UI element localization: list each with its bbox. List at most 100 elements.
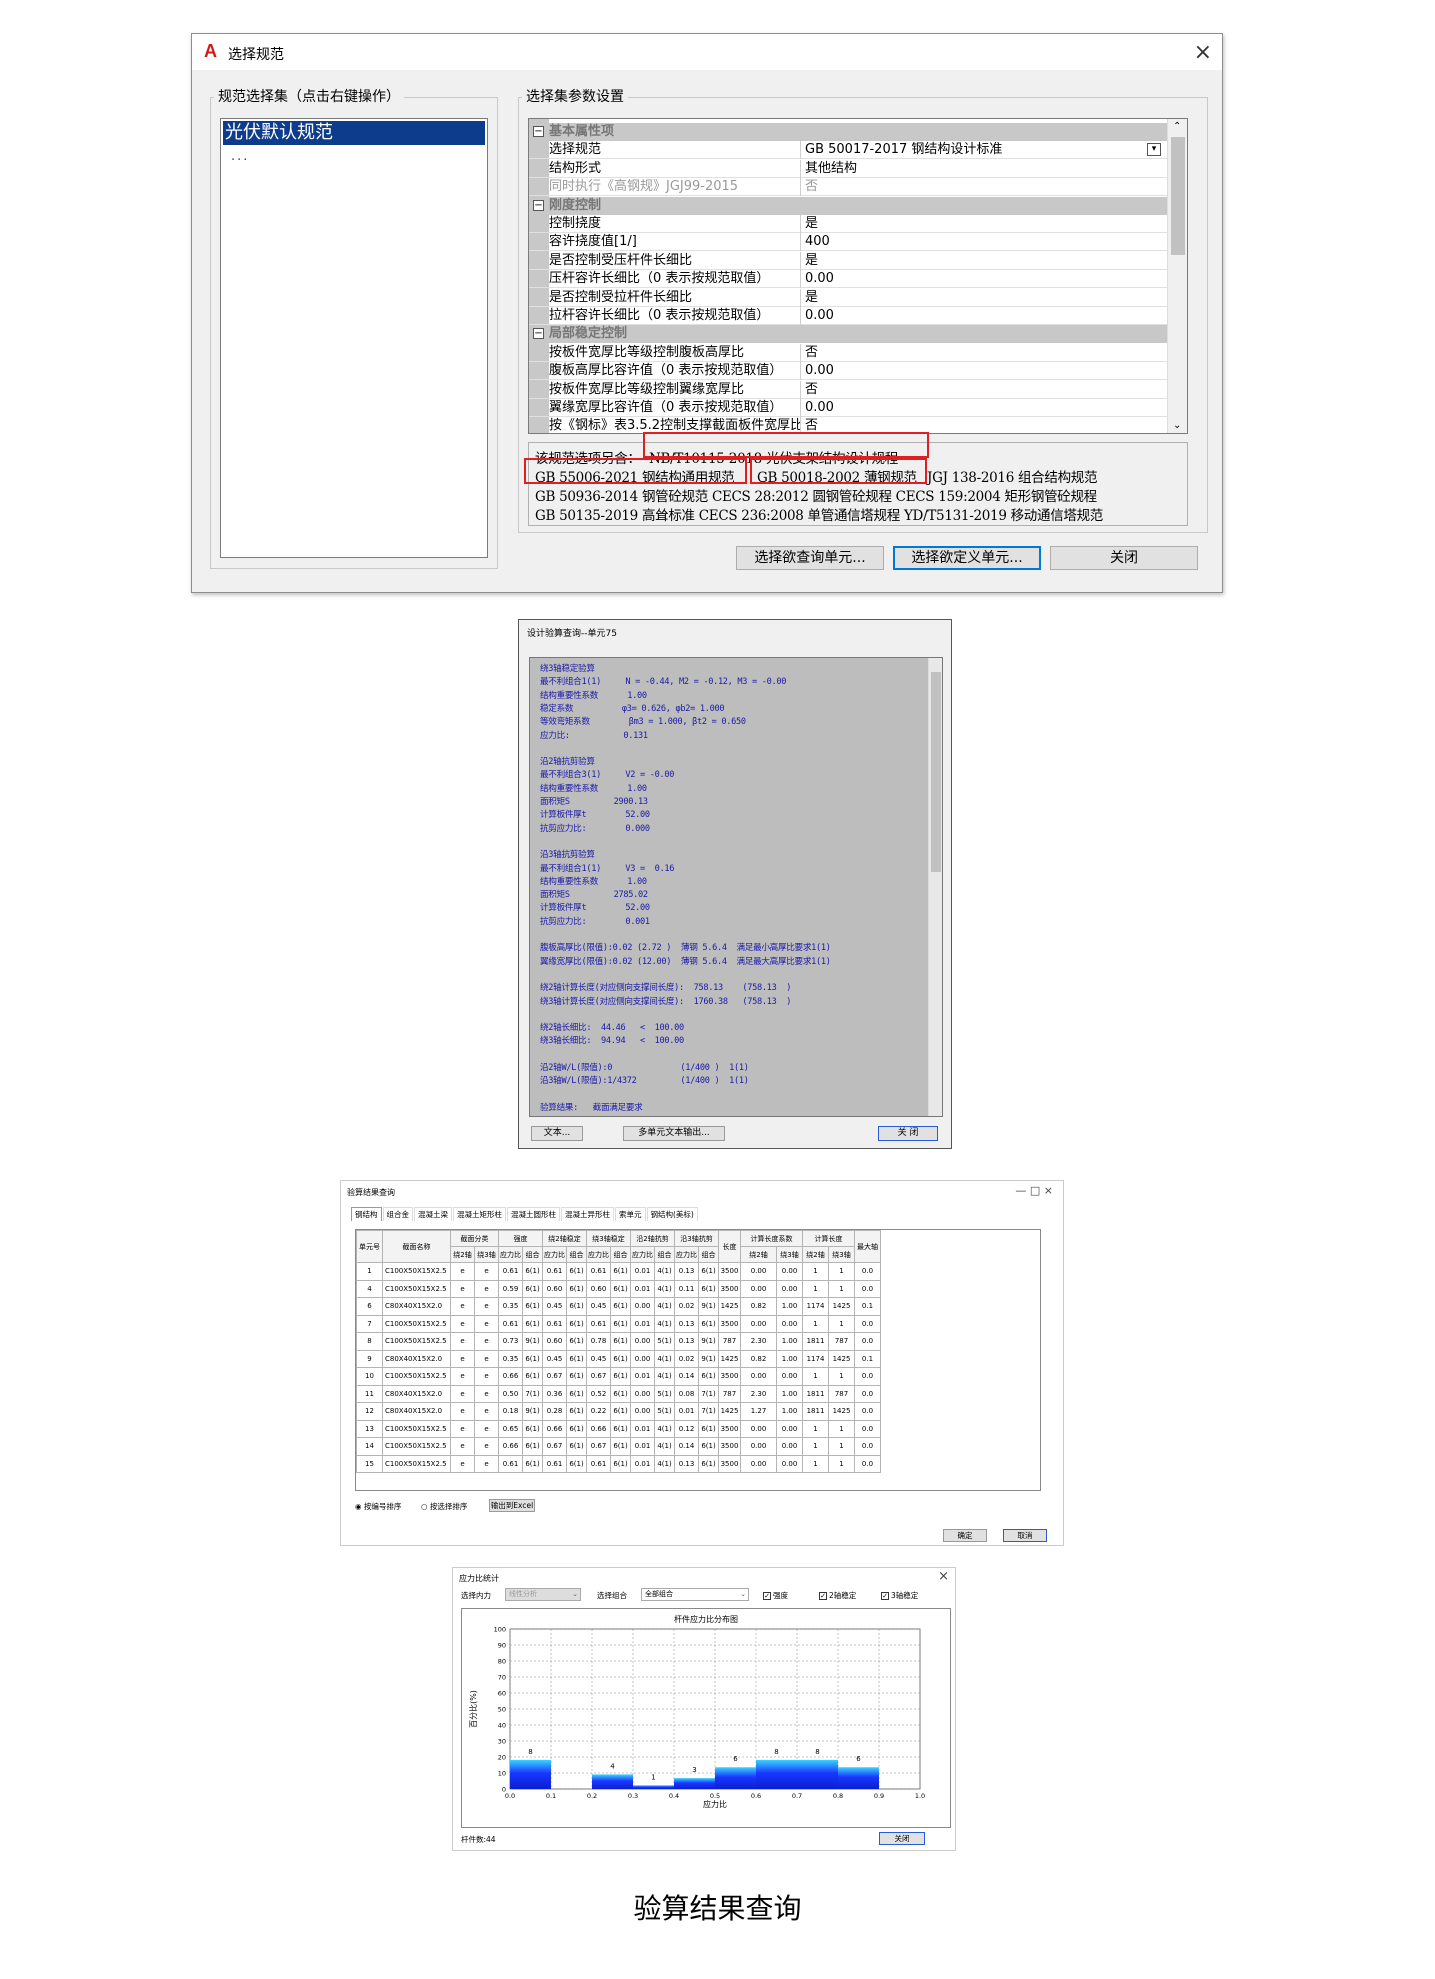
table-row[interactable]: 9 C80X40X15X2.0 e e 0.35 6(1) 0.45 6(1) 0.45 6(1)… [356,1349,881,1368]
table-row[interactable]: 10 C100X50X15X2.5 e e 0.66 6(1) 0.67 6(1) 0.67 6(… [356,1367,881,1386]
tab-1[interactable]: 组合金 [382,1207,413,1221]
table-row[interactable]: 11 C80X40X15X2.0 e e 0.50 7(1) 0.36 6(1) 0.52 6(1… [356,1384,881,1403]
property-value[interactable]: 400 [805,233,830,251]
column-subheader[interactable]: 应力比 [586,1246,611,1263]
table-row[interactable]: 13 C100X50X15X2.5 e e 0.65 6(1) 0.66 6(1) 0.66 6(… [356,1419,881,1438]
property-category[interactable]: − 局部稳定控制 [529,325,1167,344]
column-header[interactable]: 计算长度 [802,1230,855,1247]
property-row[interactable]: 结构形式 其他结构 [529,159,1167,178]
scroll-down-icon[interactable]: ⌄ [1173,420,1181,431]
tab-0[interactable]: 钢结构 [351,1207,382,1221]
results-table[interactable]: 单元号 截面名称 截面分类 强度 绕2轴稳定 绕3轴稳定 沿2轴抗剪 沿3轴抗剪 长度 计算长度系… [355,1229,1041,1491]
property-category[interactable]: − 刚度控制 [529,196,1167,215]
table-row[interactable]: 6 C80X40X15X2.0 e e 0.35 6(1) 0.45 6(1) 0.45 6(1)… [356,1297,881,1316]
table-row[interactable]: 12 C80X40X15X2.0 e e 0.18 9(1) 0.28 6(1) 0.22 6(1… [356,1402,881,1421]
column-subheader[interactable]: 绕3轴 [474,1246,499,1263]
column-header[interactable]: 沿3轴抗剪 [674,1230,719,1247]
property-row[interactable]: 腹板高厚比容许值（0 表示按规范取值） 0.00 [529,362,1167,381]
column-subheader[interactable]: 应力比 [674,1246,699,1263]
column-subheader[interactable]: 组合 [566,1246,587,1263]
window-controls[interactable]: — □ × [1015,1184,1053,1197]
scroll-thumb[interactable] [931,672,941,872]
close-button[interactable]: 关闭 [1050,546,1198,570]
select-query-unit-button[interactable]: 选择欲查询单元... [736,546,884,570]
column-header[interactable]: 沿2轴抗剪 [630,1230,675,1247]
scroll-thumb[interactable] [1171,137,1185,255]
column-header[interactable]: 绕2轴稳定 [542,1230,587,1247]
property-row[interactable]: 同时执行《高钢规》JGJ99-2015 否 [529,178,1167,197]
close-button[interactable]: 关 闭 [878,1126,938,1141]
tab-5[interactable]: 混凝土异形柱 [561,1207,614,1221]
table-row[interactable]: 1 C100X50X15X2.5 e e 0.61 6(1) 0.61 6(1) 0.61 6(1… [356,1262,881,1281]
tab-3[interactable]: 混凝土矩形柱 [453,1207,506,1221]
property-row[interactable]: 按板件宽厚比等级控制翼缘宽厚比否 [529,380,1167,399]
combo-select[interactable]: 全部组合 ⌄ [641,1588,749,1601]
column-header[interactable]: 最大轴 [854,1230,881,1263]
list-item[interactable]: ... [231,149,249,164]
close-button[interactable]: 关闭 [879,1832,925,1845]
property-value[interactable]: 是 [805,215,818,233]
code-set-list[interactable]: 光伏默认规范 ... [220,118,488,558]
column-header[interactable]: 截面分类 [450,1230,499,1247]
property-value[interactable]: GB 50017-2017 钢结构设计标准 [805,141,1002,159]
property-row[interactable]: 翼缘宽厚比容许值（0 表示按规范取值） 0.00 [529,399,1167,417]
property-value[interactable]: 是 [805,252,818,270]
column-subheader[interactable]: 应力比 [542,1246,567,1263]
column-subheader[interactable]: 绕3轴 [776,1246,803,1263]
column-subheader[interactable]: 组合 [610,1246,631,1263]
property-category[interactable]: − 基本属性项 [529,123,1167,141]
column-subheader[interactable]: 绕2轴 [450,1246,475,1263]
check-result-text[interactable]: 绕3轴稳定验算 最不利组合1(1) N = -0.44, M2 = -0.12, … [529,657,943,1117]
column-subheader[interactable]: 组合 [698,1246,719,1263]
column-header[interactable]: 单元号 [356,1230,383,1263]
text-button[interactable]: 文本... [531,1126,583,1141]
property-value[interactable]: 其他结构 [805,160,857,178]
collapse-icon[interactable]: − [533,199,544,211]
tab-2[interactable]: 混凝土梁 [414,1207,452,1221]
property-row[interactable]: 容许挠度值[1/] 400 [529,233,1167,252]
property-row[interactable]: 压杆容许长细比（0 表示按规范取值） 0.00 [529,270,1167,289]
export-excel-button[interactable]: 输出到Excel [489,1499,535,1512]
checkbox-strength[interactable]: ✓ 强度 [763,1590,788,1601]
table-row[interactable]: 15 C100X50X15X2.5 e e 0.61 6(1) 0.61 6(1) 0.61 6(… [356,1454,881,1473]
column-header[interactable]: 长度 [718,1230,741,1263]
list-item-selected[interactable]: 光伏默认规范 [223,121,485,145]
scroll-up-icon[interactable]: ⌃ [1173,121,1181,132]
text-scrollbar[interactable] [928,658,942,1116]
column-header[interactable]: 截面名称 [382,1230,451,1263]
property-value[interactable]: 0.00 [805,270,834,288]
force-select[interactable]: 线性分析 ⌄ [505,1588,581,1601]
property-grid[interactable]: − 基本属性项 选择规范 GB 50017-2017 钢结构设计标准 ▾ 结构形式 其他结构… [528,118,1188,434]
column-subheader[interactable]: 绕3轴 [828,1246,855,1263]
table-row[interactable]: 7 C100X50X15X2.5 e e 0.61 6(1) 0.61 6(1) 0.61 6(1… [356,1314,881,1333]
radio-sort-by-selection[interactable]: ○ 按选择排序 [421,1501,467,1512]
tab-7[interactable]: 钢结构(美标) [646,1207,698,1221]
property-row[interactable]: 是否控制受拉杆件长细比是 [529,288,1167,307]
column-subheader[interactable]: 应力比 [630,1246,655,1263]
property-row[interactable]: 控制挠度是 [529,215,1167,233]
cancel-button[interactable]: 取消 [1003,1529,1047,1542]
table-row[interactable]: 4 C100X50X15X2.5 e e 0.59 6(1) 0.60 6(1) 0.60 6(1… [356,1279,881,1298]
property-value[interactable]: 否 [805,178,818,196]
property-value[interactable]: 0.00 [805,307,834,325]
property-grid-scrollbar[interactable]: ⌃ ⌄ [1167,119,1187,433]
collapse-icon[interactable]: − [533,328,544,340]
checkbox-3axis[interactable]: ✓ 3轴稳定 [881,1590,918,1601]
property-row[interactable]: 拉杆容许长细比（0 表示按规范取值） 0.00 [529,307,1167,325]
close-icon[interactable]: × [1194,40,1212,65]
property-row[interactable]: 按板件宽厚比等级控制腹板高厚比否 [529,343,1167,362]
column-header[interactable]: 计算长度系数 [740,1230,803,1247]
column-subheader[interactable]: 绕2轴 [802,1246,829,1263]
multi-unit-output-button[interactable]: 多单元文本输出... [623,1126,725,1141]
close-icon[interactable]: × [938,1569,949,1584]
property-value[interactable]: 否 [805,381,818,399]
tab-4[interactable]: 混凝土圆形柱 [507,1207,560,1221]
column-header[interactable]: 强度 [498,1230,543,1247]
radio-sort-by-number[interactable]: ◉ 按编号排序 [355,1501,401,1512]
column-header[interactable]: 绕3轴稳定 [586,1230,631,1247]
ok-button[interactable]: 确定 [943,1529,987,1542]
checkbox-2axis[interactable]: ✓ 2轴稳定 [819,1590,856,1601]
table-row[interactable]: 8 C100X50X15X2.5 e e 0.73 9(1) 0.60 6(1) 0.78 6(1… [356,1332,881,1351]
property-row[interactable]: 选择规范 GB 50017-2017 钢结构设计标准 ▾ [529,141,1167,160]
column-subheader[interactable]: 应力比 [498,1246,523,1263]
